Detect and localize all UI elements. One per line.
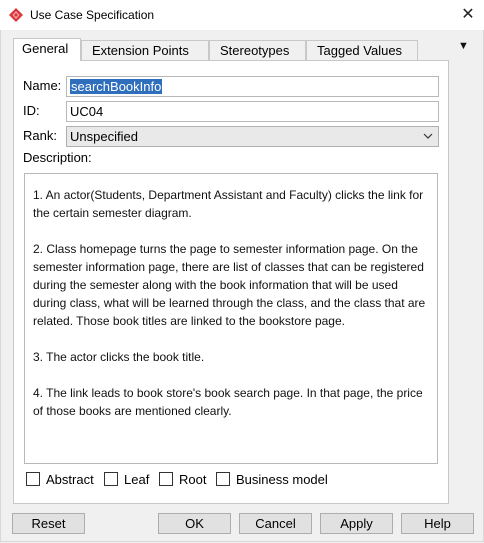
tab-general[interactable]: General (13, 38, 81, 61)
business-model-checkbox[interactable]: Business model (216, 472, 328, 490)
rank-dropdown-value: Unspecified (70, 129, 138, 144)
tab-menu-dropdown-icon[interactable]: ▼ (458, 40, 469, 52)
reset-button[interactable]: Reset (12, 513, 85, 534)
tab-label: General (22, 41, 69, 56)
tab-label: Extension Points (92, 43, 189, 58)
checkbox-box (26, 472, 40, 486)
tab-extension-points[interactable]: Extension Points (81, 40, 209, 60)
checkbox-label: Abstract (46, 472, 94, 487)
leaf-checkbox[interactable]: Leaf (104, 472, 149, 490)
tab-label: Tagged Values (317, 43, 403, 58)
checkbox-box (216, 472, 230, 486)
name-field-value: searchBookInfo (70, 79, 163, 94)
root-checkbox[interactable]: Root (159, 472, 206, 490)
cancel-button[interactable]: Cancel (239, 513, 312, 534)
general-panel: Name: searchBookInfo ID: UC04 Rank: Unsp… (13, 60, 449, 504)
abstract-checkbox[interactable]: Abstract (26, 472, 94, 490)
checkbox-label: Leaf (124, 472, 150, 487)
ok-button[interactable]: OK (158, 513, 231, 534)
name-label: Name: (23, 78, 62, 93)
window-title: Use Case Specification (30, 8, 155, 22)
tab-label: Stereotypes (220, 43, 290, 58)
visual-paradigm-icon (9, 8, 23, 22)
help-button[interactable]: Help (401, 513, 474, 534)
close-icon[interactable]: ✕ (460, 6, 476, 24)
description-textarea[interactable]: 1. An actor(Students, Department Assista… (24, 173, 438, 464)
checkbox-label: Root (179, 472, 207, 487)
checkbox-box (159, 472, 173, 486)
id-label: ID: (23, 103, 40, 118)
rank-dropdown[interactable]: Unspecified (66, 126, 439, 147)
id-field[interactable]: UC04 (66, 101, 439, 122)
description-label: Description: (23, 150, 92, 165)
apply-button[interactable]: Apply (320, 513, 393, 534)
tab-tagged-values[interactable]: Tagged Values (306, 40, 418, 60)
title-bar: Use Case Specification ✕ (0, 0, 484, 30)
chevron-down-icon (423, 133, 433, 139)
checkbox-box (104, 472, 118, 486)
checkbox-label: Business model (236, 472, 328, 487)
tab-stereotypes[interactable]: Stereotypes (209, 40, 306, 60)
rank-label: Rank: (23, 128, 57, 143)
name-field[interactable]: searchBookInfo (66, 76, 439, 97)
